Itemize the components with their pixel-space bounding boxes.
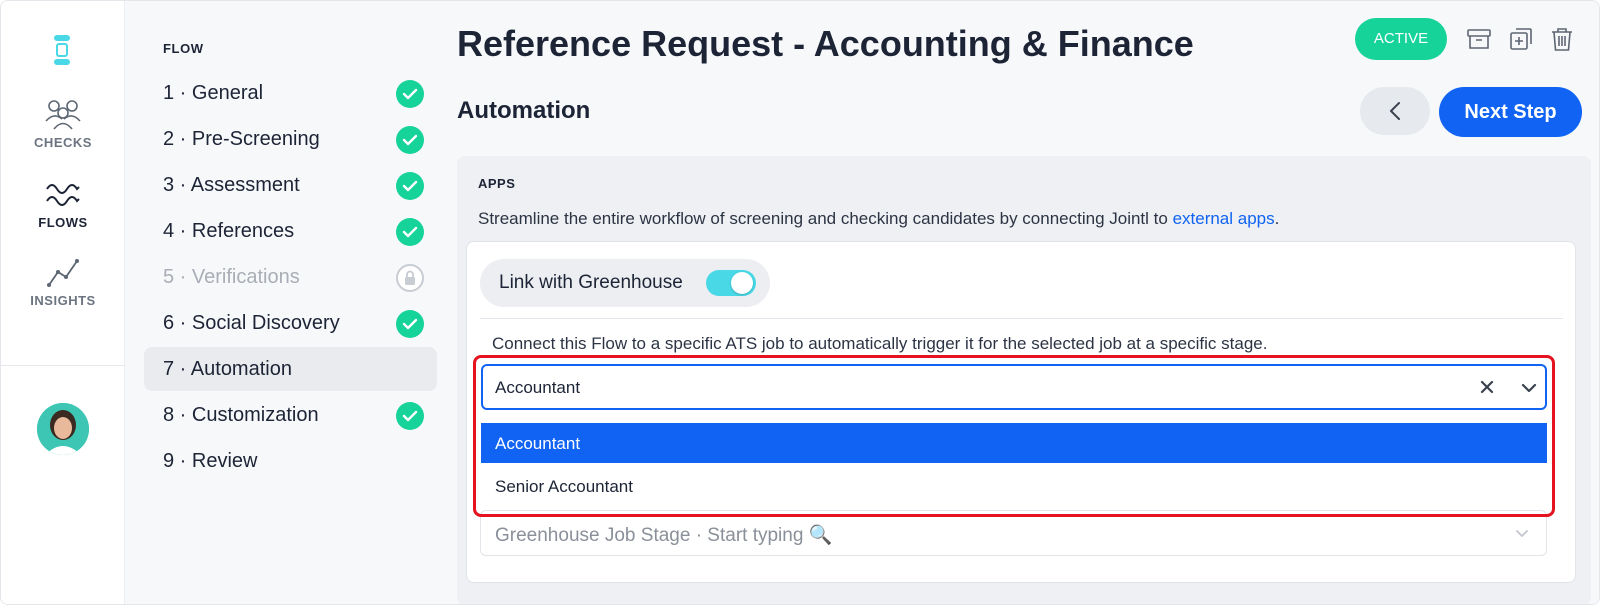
- chevron-left-icon: [1390, 102, 1400, 120]
- rail-label: INSIGHTS: [30, 293, 96, 308]
- dropdown-highlight-box: [473, 355, 1555, 517]
- rail-label: CHECKS: [34, 135, 92, 150]
- next-step-button[interactable]: Next Step: [1439, 87, 1582, 137]
- check-icon: [396, 126, 424, 154]
- avatar-portrait-icon: [37, 403, 89, 455]
- waves-icon: [46, 184, 80, 206]
- main-content: Reference Request - Accounting & Finance…: [457, 1, 1599, 604]
- flow-step-review[interactable]: 9 · Review: [144, 439, 437, 483]
- chevron-down-icon[interactable]: [1513, 525, 1531, 543]
- flow-step-label: 8 · Customization: [163, 404, 319, 426]
- apps-panel: APPS Streamline the entire workflow of s…: [457, 156, 1591, 604]
- section-title: Automation: [457, 97, 591, 124]
- connect-description: Connect this Flow to a specific ATS job …: [492, 334, 1268, 353]
- check-icon: [396, 80, 424, 108]
- flow-step-label: 5 · Verifications: [163, 266, 300, 288]
- flow-step-label: 2 · Pre-Screening: [163, 128, 320, 150]
- flow-step-customization[interactable]: 8 · Customization: [144, 393, 437, 437]
- flow-step-assessment[interactable]: 3 · Assessment: [144, 163, 437, 207]
- apps-description-text: Streamline the entire workflow of screen…: [478, 209, 1173, 228]
- flow-step-label: 4 · References: [163, 220, 295, 242]
- rail-item-checks[interactable]: CHECKS: [1, 97, 125, 150]
- flow-step-label: 7 · Automation: [163, 358, 292, 380]
- flow-step-label: 6 · Social Discovery: [163, 312, 340, 334]
- flow-title: FLOW: [163, 41, 204, 56]
- apps-heading: APPS: [478, 176, 516, 191]
- check-icon: [396, 402, 424, 430]
- greenhouse-link-pill: Link with Greenhouse: [480, 259, 770, 307]
- flow-step-automation[interactable]: 7 · Automation: [144, 347, 437, 391]
- trend-icon: [47, 259, 79, 287]
- flow-step-pre-screening[interactable]: 2 · Pre-Screening: [144, 117, 437, 161]
- flow-sidebar: FLOW 1 · General 2 · Pre-Screening 3 · A…: [125, 1, 457, 604]
- check-icon: [396, 218, 424, 246]
- page-title: Reference Request - Accounting & Finance: [457, 23, 1194, 64]
- duplicate-icon[interactable]: [1507, 25, 1535, 53]
- rail-item-insights[interactable]: INSIGHTS: [1, 255, 125, 308]
- greenhouse-toggle-label: Link with Greenhouse: [499, 272, 683, 293]
- greenhouse-card: Link with Greenhouse Connect this Flow t…: [466, 241, 1576, 583]
- divider: [480, 318, 1563, 319]
- back-button[interactable]: [1360, 87, 1430, 135]
- archive-icon[interactable]: [1465, 25, 1493, 53]
- flow-step-general[interactable]: 1 · General: [144, 71, 437, 115]
- check-icon: [396, 310, 424, 338]
- status-badge[interactable]: ACTIVE: [1355, 18, 1447, 60]
- flow-step-label: 9 · Review: [163, 450, 258, 472]
- people-icon: [45, 100, 81, 130]
- rail-item-flows[interactable]: FLOWS: [1, 177, 125, 230]
- greenhouse-toggle[interactable]: [706, 270, 756, 296]
- lock-icon: [396, 264, 424, 292]
- job-stage-placeholder: Greenhouse Job Stage · Start typing 🔍: [495, 525, 833, 546]
- external-apps-link[interactable]: external apps: [1173, 209, 1275, 228]
- trash-icon[interactable]: [1548, 25, 1576, 53]
- flow-step-social-discovery[interactable]: 6 · Social Discovery: [144, 301, 437, 345]
- rail-divider: [1, 365, 125, 366]
- apps-description-end: .: [1274, 209, 1280, 228]
- flow-step-label: 3 · Assessment: [163, 174, 300, 196]
- check-icon: [396, 172, 424, 200]
- apps-description: Streamline the entire workflow of screen…: [478, 209, 1279, 229]
- user-avatar[interactable]: [37, 403, 89, 455]
- toggle-knob: [731, 272, 753, 294]
- flow-step-verifications[interactable]: 5 · Verifications: [144, 255, 437, 299]
- icon-rail: CHECKS FLOWS INSIGHTS: [1, 1, 125, 604]
- app-logo-icon[interactable]: [48, 33, 76, 67]
- app-window: CHECKS FLOWS INSIGHTS FLOW 1 · General 2…: [0, 0, 1600, 605]
- rail-label: FLOWS: [38, 215, 88, 230]
- flow-step-label: 1 · General: [163, 82, 264, 104]
- flow-step-references[interactable]: 4 · References: [144, 209, 437, 253]
